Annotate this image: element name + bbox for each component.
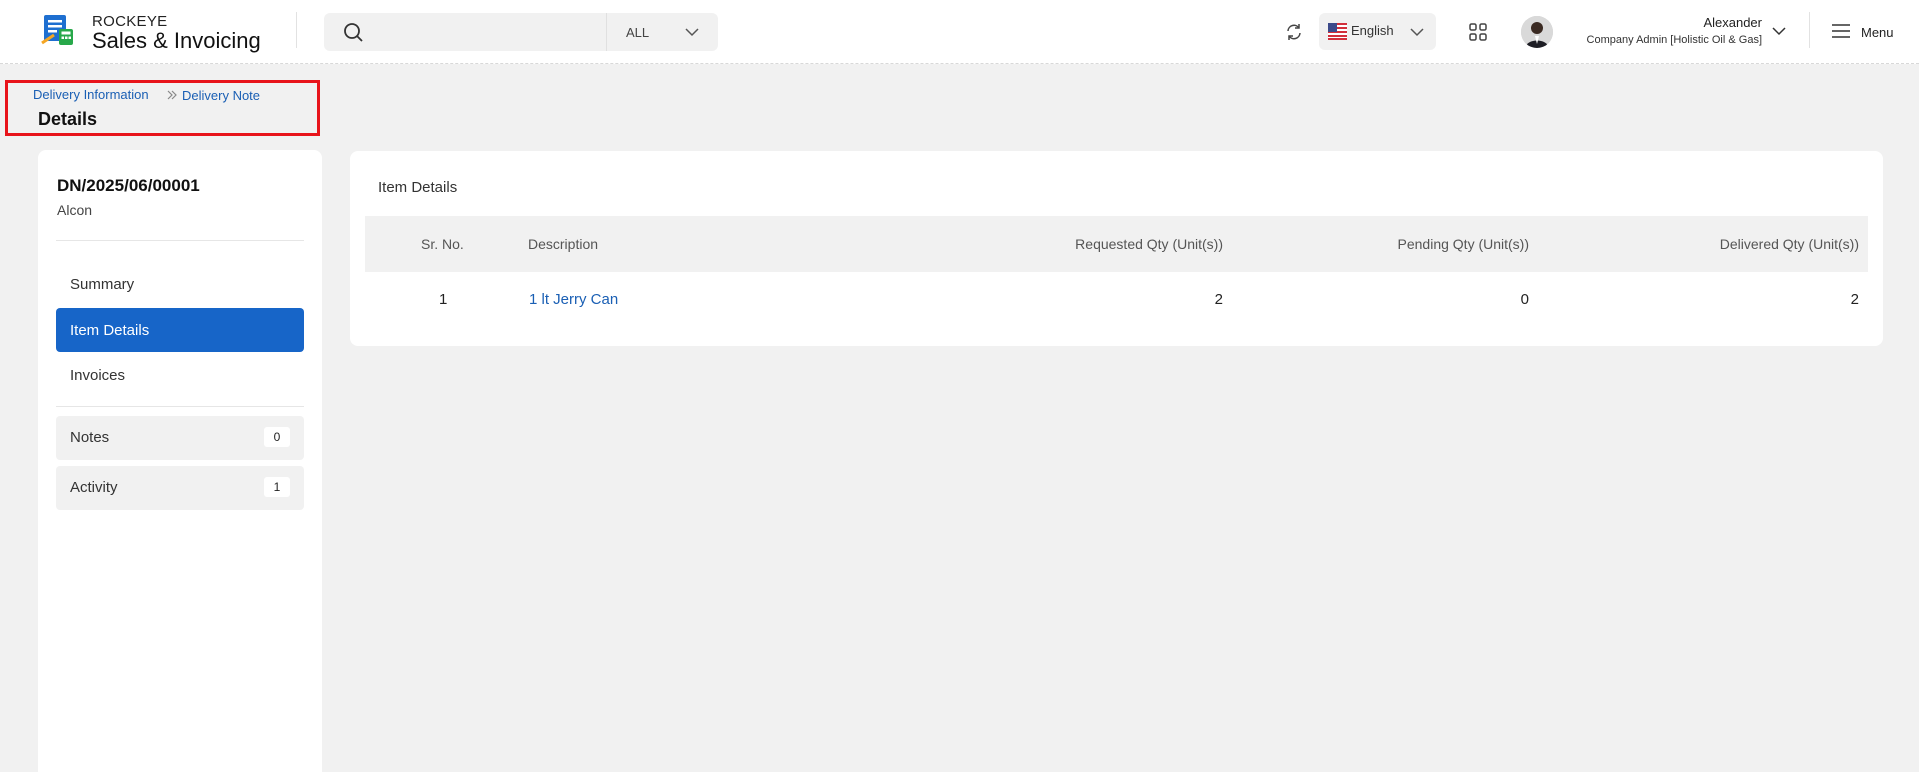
sidebar-item-invoices[interactable]: Invoices — [56, 353, 304, 397]
table-header: Sr. No. Description Requested Qty (Unit(… — [365, 216, 1868, 272]
document-sidebar: DN/2025/06/00001 Alcon Summary Item Deta… — [38, 150, 322, 772]
sidebar-item-label: Item Details — [70, 322, 150, 339]
column-header-delivered-qty: Delivered Qty (Unit(s)) — [1719, 236, 1859, 252]
chevron-down-icon — [685, 28, 699, 37]
search-scope-dropdown[interactable]: ALL — [606, 13, 718, 51]
double-chevron-right-icon — [167, 90, 177, 100]
column-header-description: Description — [528, 236, 599, 252]
card-title: Item Details — [378, 179, 458, 196]
search-bar[interactable] — [324, 13, 606, 51]
item-description-link[interactable]: 1 lt Jerry Can — [529, 291, 618, 308]
customer-name: Alcon — [57, 202, 93, 218]
column-header-requested-qty: Requested Qty (Unit(s)) — [1075, 236, 1223, 252]
sidebar-divider — [56, 406, 304, 407]
column-header-pending-qty: Pending Qty (Unit(s)) — [1397, 236, 1529, 252]
cell-pending-qty: 0 — [1520, 291, 1529, 308]
user-name: Alexander — [1703, 15, 1762, 30]
activity-count-badge: 1 — [264, 477, 290, 497]
sidebar-item-notes[interactable]: Notes 0 — [56, 416, 304, 460]
menu-label: Menu — [1861, 25, 1894, 40]
language-label: English — [1351, 23, 1394, 38]
refresh-icon[interactable] — [1284, 22, 1304, 42]
item-details-card: Item Details Sr. No. Description Request… — [350, 151, 1883, 346]
chevron-down-icon — [1410, 28, 1424, 37]
sidebar-item-activity[interactable]: Activity 1 — [56, 466, 304, 510]
app-title: Sales & Invoicing — [92, 28, 261, 53]
sidebar-item-item-details[interactable]: Item Details — [56, 308, 304, 352]
app-logo-icon — [41, 15, 73, 45]
apps-grid-icon[interactable] — [1468, 22, 1488, 42]
delivery-note-number: DN/2025/06/00001 — [57, 176, 200, 195]
header-divider — [1809, 12, 1810, 48]
sidebar-item-label: Summary — [70, 276, 135, 293]
cell-requested-qty: 2 — [1214, 291, 1223, 308]
menu-button[interactable]: Menu — [1831, 20, 1911, 44]
language-selector[interactable]: English — [1319, 13, 1436, 50]
notes-count-badge: 0 — [264, 427, 290, 447]
user-role: Company Admin [Holistic Oil & Gas] — [1586, 34, 1762, 46]
us-flag-icon — [1328, 23, 1347, 40]
sidebar-item-label: Activity — [70, 479, 118, 496]
user-menu-chevron-icon[interactable] — [1770, 22, 1788, 40]
search-icon[interactable] — [342, 21, 364, 43]
user-avatar[interactable] — [1521, 16, 1553, 48]
user-avatar-icon — [1521, 16, 1553, 48]
cell-delivered-qty: 2 — [1850, 291, 1859, 308]
search-input[interactable] — [374, 19, 594, 45]
sidebar-item-label: Notes — [70, 429, 110, 446]
column-header-sr-no: Sr. No. — [421, 236, 464, 252]
breadcrumb-delivery-note[interactable]: Delivery Note — [182, 88, 260, 103]
page-title: Details — [38, 109, 98, 129]
header-divider — [296, 12, 297, 48]
sidebar-item-label: Invoices — [70, 367, 126, 384]
hamburger-icon — [1832, 24, 1850, 38]
table-row: 1 1 lt Jerry Can 2 0 2 — [365, 272, 1868, 328]
sidebar-divider — [56, 240, 304, 241]
sidebar-item-summary[interactable]: Summary — [56, 262, 304, 306]
breadcrumb-delivery-information[interactable]: Delivery Information — [33, 87, 149, 102]
search-scope-value: ALL — [626, 25, 650, 40]
cell-sr-no: 1 — [439, 291, 448, 308]
top-header: ROCKEYE Sales & Invoicing ALL English Al… — [0, 0, 1919, 64]
